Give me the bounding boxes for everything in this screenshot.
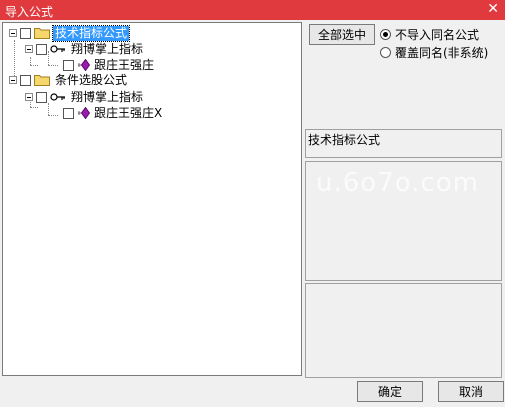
cancel-button[interactable]: 取消 [438,381,504,402]
select-all-button[interactable]: 全部选中 [309,24,375,45]
tree-item-xiangbo-indicator[interactable]: 翔博掌上指标 [25,41,145,57]
tree-item-stock-selection-formulas[interactable]: 条件选股公式 [9,72,129,88]
folder-icon [34,28,50,39]
window-title: 导入公式 [5,5,54,19]
checkbox[interactable] [20,74,31,86]
radio-label: 不导入同名公式 [395,28,480,42]
tree-item-xiangbo-indicator[interactable]: 翔博掌上指标 [25,89,145,105]
formula-gem-icon [78,59,90,71]
collapse-toggle-icon[interactable] [25,45,33,53]
formula-category-box: 技术指标公式 [305,129,502,158]
folder-icon [34,75,50,86]
tree-label[interactable]: 跟庄王强庄 [92,58,156,73]
formula-category-name: 技术指标公式 [308,133,381,147]
tree-label[interactable]: 翔博掌上指标 [69,42,145,57]
tree-item-technical-formulas[interactable]: 技术指标公式 [9,24,131,42]
tree-item-genzhuang[interactable]: 跟庄王强庄 [63,57,156,73]
checkbox[interactable] [36,43,47,55]
tree-item-genzhuang-x[interactable]: 跟庄王强庄X [63,105,164,121]
tree-label[interactable]: 条件选股公式 [53,73,129,88]
radio-skip-duplicates[interactable]: 不导入同名公式 [380,26,479,43]
checkbox[interactable] [63,107,74,119]
checkbox[interactable] [63,59,74,71]
formula-gem-icon [78,107,90,119]
tree-label[interactable]: 跟庄王强庄X [92,106,164,121]
collapse-toggle-icon[interactable] [9,29,17,37]
checkbox[interactable] [20,27,31,39]
formula-detail-box [305,283,502,378]
tree-label[interactable]: 技术指标公式 [51,24,131,42]
ok-button[interactable]: 确定 [357,381,423,402]
title-bar: 导入公式 ✕ [0,0,505,20]
tree-label[interactable]: 翔博掌上指标 [69,90,145,105]
close-icon[interactable]: ✕ [487,1,499,17]
collapse-toggle-icon[interactable] [25,93,33,101]
formula-tree[interactable]: 技术指标公式 翔博掌上指标 跟庄王强庄 条件选股公式 翔博掌上指标 跟庄王强庄X [2,22,302,376]
radio-label: 覆盖同名(非系统) [395,46,489,60]
collapse-toggle-icon[interactable] [9,76,17,84]
key-icon [50,93,65,101]
radio-dot[interactable] [380,47,391,58]
watermark: u.6o7o.com [316,168,479,198]
key-icon [50,45,65,53]
radio-dot[interactable] [380,29,391,40]
radio-overwrite-duplicates[interactable]: 覆盖同名(非系统) [380,44,488,61]
checkbox[interactable] [36,91,47,103]
